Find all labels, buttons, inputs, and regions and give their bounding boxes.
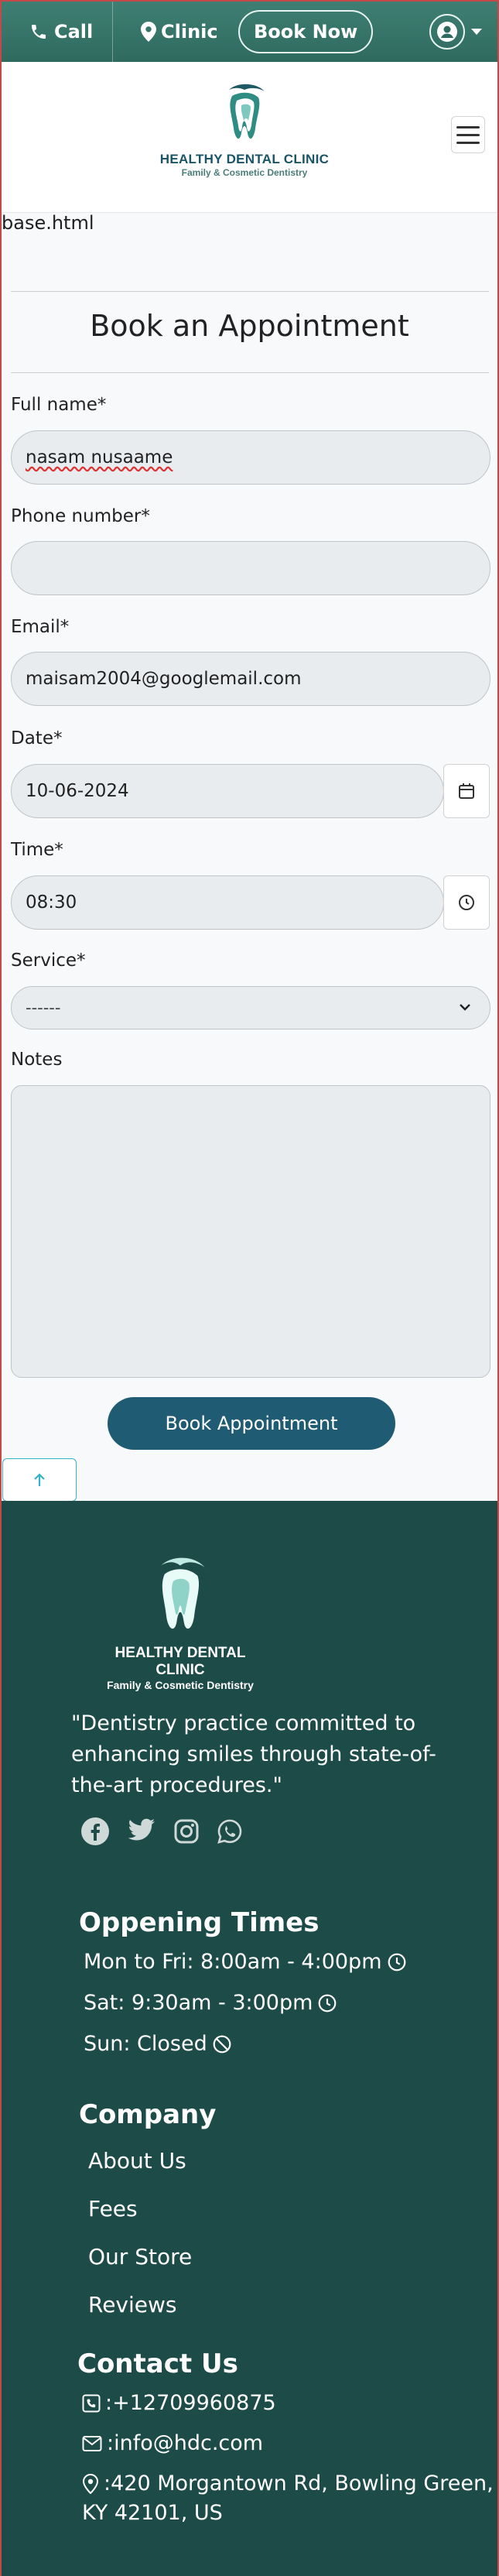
- hamburger-icon: [456, 125, 480, 128]
- user-icon: [429, 14, 465, 50]
- full-name-input[interactable]: nasam nusaame: [11, 430, 490, 485]
- time-input[interactable]: 08:30: [11, 875, 444, 930]
- time-picker-button[interactable]: [443, 875, 490, 930]
- facebook-icon[interactable]: [80, 1817, 110, 1846]
- chevron-down-icon: [471, 29, 482, 35]
- user-menu[interactable]: [429, 14, 482, 50]
- notes-label: Notes: [11, 1050, 63, 1070]
- twitter-icon[interactable]: [127, 1818, 156, 1845]
- book-appointment-label: Book Appointment: [165, 1413, 338, 1434]
- logo-subtitle: Family & Cosmetic Dentistry: [181, 167, 308, 178]
- call-link[interactable]: Call: [2, 2, 113, 62]
- instagram-icon[interactable]: [173, 1818, 200, 1845]
- scroll-top-button[interactable]: [2, 1458, 77, 1502]
- divider: [11, 291, 489, 292]
- book-now-label: Book Now: [254, 21, 358, 43]
- tooth-logo-icon: [229, 84, 265, 139]
- clock-icon: [459, 895, 474, 910]
- contact-phone-text: :+12709960875: [105, 2391, 276, 2415]
- date-picker-button[interactable]: [443, 764, 490, 818]
- time-label: Time*: [11, 840, 63, 860]
- opening-times-heading: Oppening Times: [79, 1907, 320, 1938]
- contact-address-line2-text: KY 42101, US: [82, 2501, 223, 2525]
- envelope-icon: [82, 2435, 102, 2451]
- footer-link-about[interactable]: About Us: [88, 2148, 186, 2174]
- hours-saturday: Sat: 9:30am - 3:00pm: [84, 1991, 337, 2015]
- phone-input[interactable]: [11, 541, 490, 595]
- contact-email[interactable]: :info@hdc.com: [82, 2431, 263, 2455]
- contact-email-text: :info@hdc.com: [107, 2431, 264, 2455]
- book-appointment-button[interactable]: Book Appointment: [108, 1397, 395, 1450]
- email-value: maisam2004@googlemail.com: [26, 669, 302, 689]
- social-links: [80, 1817, 243, 1846]
- footer-logo-name: HEALTHY DENTAL CLINIC: [114, 1645, 246, 1678]
- site-footer: HEALTHY DENTAL CLINIC Family & Cosmetic …: [2, 1501, 497, 2576]
- hours-sunday: Sun: Closed: [84, 2032, 232, 2056]
- menu-toggle-button[interactable]: [451, 116, 485, 153]
- footer-logo[interactable]: HEALTHY DENTAL CLINIC Family & Cosmetic …: [91, 1555, 269, 1691]
- full-name-label: Full name*: [11, 395, 107, 415]
- clinic-link[interactable]: Clinic: [113, 2, 235, 62]
- footer-link-fees[interactable]: Fees: [88, 2196, 138, 2221]
- whatsapp-icon[interactable]: [217, 1818, 243, 1845]
- footer-tagline: "Dentistry practice committed to enhanci…: [71, 1711, 436, 1797]
- date-value: 10-06-2024: [26, 781, 129, 801]
- date-label: Date*: [11, 728, 63, 748]
- clinic-label: Clinic: [161, 21, 218, 43]
- divider: [11, 372, 489, 373]
- phone-icon: [32, 25, 46, 39]
- contact-address: :420 Morgantown Rd, Bowling Green,: [82, 2472, 494, 2496]
- book-now-button[interactable]: Book Now: [238, 10, 374, 53]
- template-name-text: base.html: [2, 212, 94, 234]
- chevron-down-icon: [460, 1004, 470, 1011]
- service-label: Service*: [11, 951, 86, 971]
- site-logo[interactable]: HEALTHY DENTAL CLINIC Family & Cosmetic …: [159, 82, 330, 183]
- map-pin-icon: [141, 22, 156, 42]
- footer-logo-subtitle: Family & Cosmetic Dentistry: [107, 1679, 254, 1691]
- logo-name: HEALTHY DENTAL CLINIC: [159, 152, 330, 166]
- call-label: Call: [54, 21, 94, 43]
- phone-label: Phone number*: [11, 506, 150, 526]
- notes-textarea[interactable]: [11, 1085, 490, 1378]
- arrow-up-icon: [34, 1473, 45, 1486]
- contact-heading: Contact Us: [77, 2348, 238, 2379]
- contact-phone[interactable]: :+12709960875: [82, 2391, 276, 2415]
- site-header: HEALTHY DENTAL CLINIC Family & Cosmetic …: [2, 62, 497, 213]
- contact-address-line1: :420 Morgantown Rd, Bowling Green,: [104, 2472, 494, 2496]
- page-title: Book an Appointment: [90, 309, 409, 343]
- time-value: 08:30: [26, 892, 77, 913]
- email-label: Email*: [11, 617, 70, 637]
- company-heading: Company: [79, 2099, 217, 2130]
- email-input[interactable]: maisam2004@googlemail.com: [11, 652, 490, 706]
- calendar-icon: [459, 783, 474, 799]
- tooth-logo-icon: [161, 1557, 205, 1629]
- clock-icon: [388, 1953, 405, 1971]
- phone-icon: [82, 2394, 101, 2412]
- hours-weekday: Mon to Fri: 8:00am - 4:00pm: [84, 1950, 407, 1974]
- hours-saturday-text: Sat: 9:30am - 3:00pm: [84, 1991, 313, 2015]
- footer-link-reviews[interactable]: Reviews: [88, 2292, 177, 2317]
- service-value: ------: [26, 999, 61, 1017]
- full-name-value: nasam nusaame: [26, 447, 173, 468]
- date-input[interactable]: 10-06-2024: [11, 764, 444, 818]
- hours-sunday-text: Sun: Closed: [84, 2032, 207, 2056]
- service-select[interactable]: ------: [11, 986, 490, 1029]
- clock-icon: [319, 1994, 337, 2012]
- top-bar: Call Clinic Book Now: [2, 2, 497, 62]
- map-pin-icon: [82, 2473, 99, 2494]
- contact-address-line2: KY 42101, US: [82, 2501, 223, 2525]
- hours-weekday-text: Mon to Fri: 8:00am - 4:00pm: [84, 1950, 382, 1974]
- footer-link-store[interactable]: Our Store: [88, 2244, 192, 2269]
- closed-icon: [213, 2035, 231, 2053]
